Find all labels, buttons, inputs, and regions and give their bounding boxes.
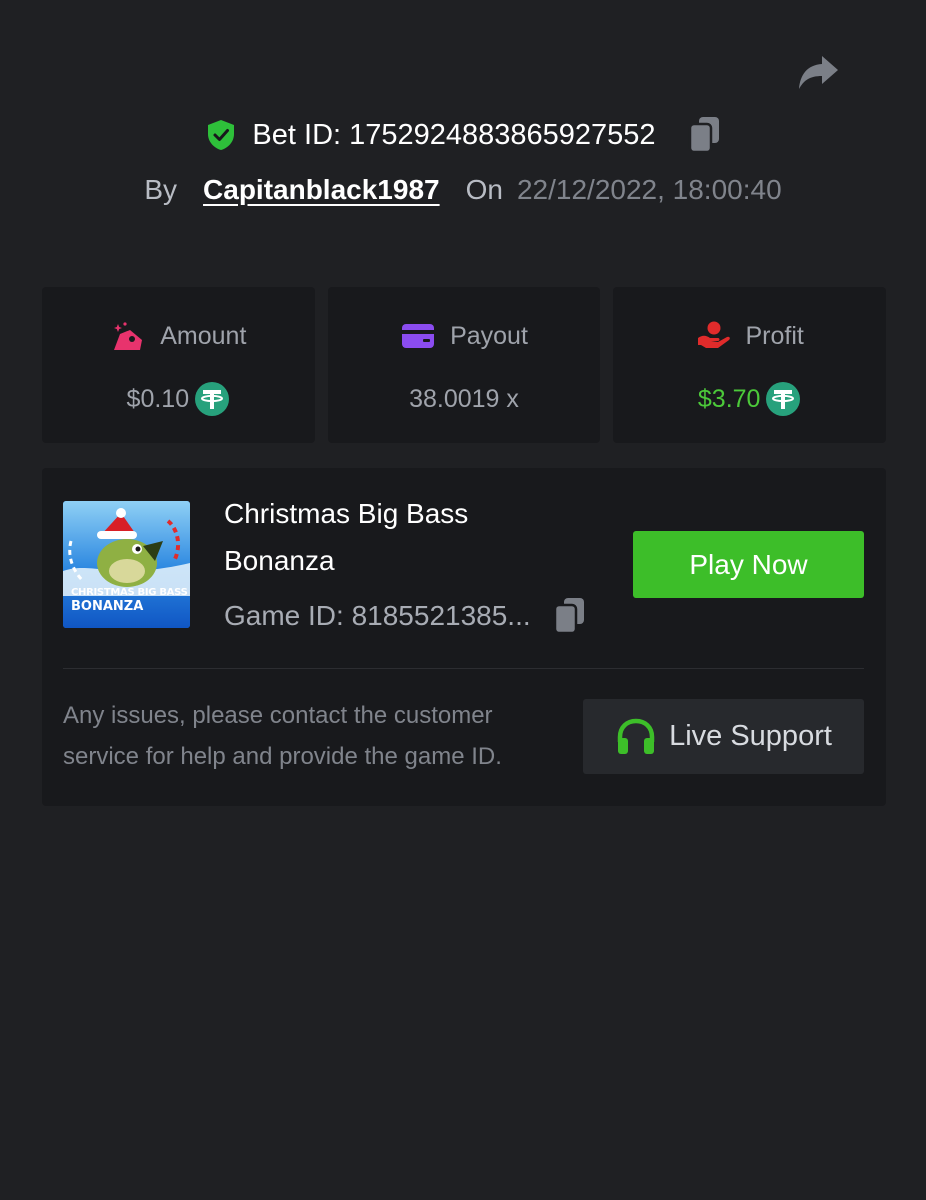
verified-shield-icon xyxy=(204,118,238,152)
bet-datetime: 22/12/2022, 18:00:40 xyxy=(516,174,782,205)
tether-icon xyxy=(194,381,230,417)
hand-coin-icon xyxy=(696,320,732,352)
stat-label-amount: Amount xyxy=(160,321,247,350)
live-support-label: Live Support xyxy=(669,720,832,752)
stat-value-profit: $3.70 xyxy=(697,384,761,413)
card-icon xyxy=(400,320,436,352)
copy-bet-id-icon[interactable] xyxy=(686,115,722,155)
copy-game-id-icon[interactable] xyxy=(551,596,587,636)
bet-id-row: Bet ID: 1752924883865927552 xyxy=(0,112,926,158)
on-label: On xyxy=(465,174,503,205)
bet-stats: Amount $0.10 Payout 38.0019 x Profit $3.… xyxy=(42,287,887,443)
stat-card-amount: Amount $0.10 xyxy=(42,287,315,443)
game-thumbnail[interactable]: CHRISTMAS BIG BASS BONANZA xyxy=(63,501,190,628)
by-label: By xyxy=(144,174,178,205)
bet-id-text: Bet ID: 1752924883865927552 xyxy=(252,118,656,151)
game-id-text: Game ID: 8185521385... xyxy=(224,600,531,631)
play-now-button[interactable]: Play Now xyxy=(633,531,864,598)
bet-detail-page: Bet ID: 1752924883865927552 By Capitanbl… xyxy=(0,0,926,1200)
thumb-title-line2: BONANZA xyxy=(71,599,144,614)
game-card: CHRISTMAS BIG BASS BONANZA Christmas Big… xyxy=(42,468,886,806)
stat-card-payout: Payout 38.0019 x xyxy=(327,287,601,443)
divider xyxy=(63,668,864,669)
tether-icon xyxy=(765,381,801,417)
thumb-title: CHRISTMAS BIG BASS BONANZA xyxy=(63,587,190,614)
live-support-button[interactable]: Live Support xyxy=(583,699,864,774)
stat-value-amount: $0.10 xyxy=(126,384,190,413)
stat-card-profit: Profit $3.70 xyxy=(613,287,887,443)
headset-icon xyxy=(617,718,655,754)
gift-bag-icon xyxy=(110,320,146,352)
game-id-row: Game ID: 8185521385... xyxy=(224,594,587,638)
stat-value-payout: 38.0019 x xyxy=(409,384,519,413)
game-title[interactable]: Christmas Big Bass Bonanza xyxy=(224,490,554,584)
bet-author-row: By Capitanblack1987 On 22/12/2022, 18:00… xyxy=(0,168,926,212)
share-button[interactable] xyxy=(794,50,842,94)
thumb-title-line1: CHRISTMAS BIG BASS xyxy=(71,587,188,598)
username-link[interactable]: Capitanblack1987 xyxy=(203,174,440,206)
share-arrow-icon xyxy=(799,56,838,89)
stat-label-profit: Profit xyxy=(745,321,804,350)
support-help-text: Any issues, please contact the customer … xyxy=(63,702,502,770)
stat-label-payout: Payout xyxy=(450,321,528,350)
